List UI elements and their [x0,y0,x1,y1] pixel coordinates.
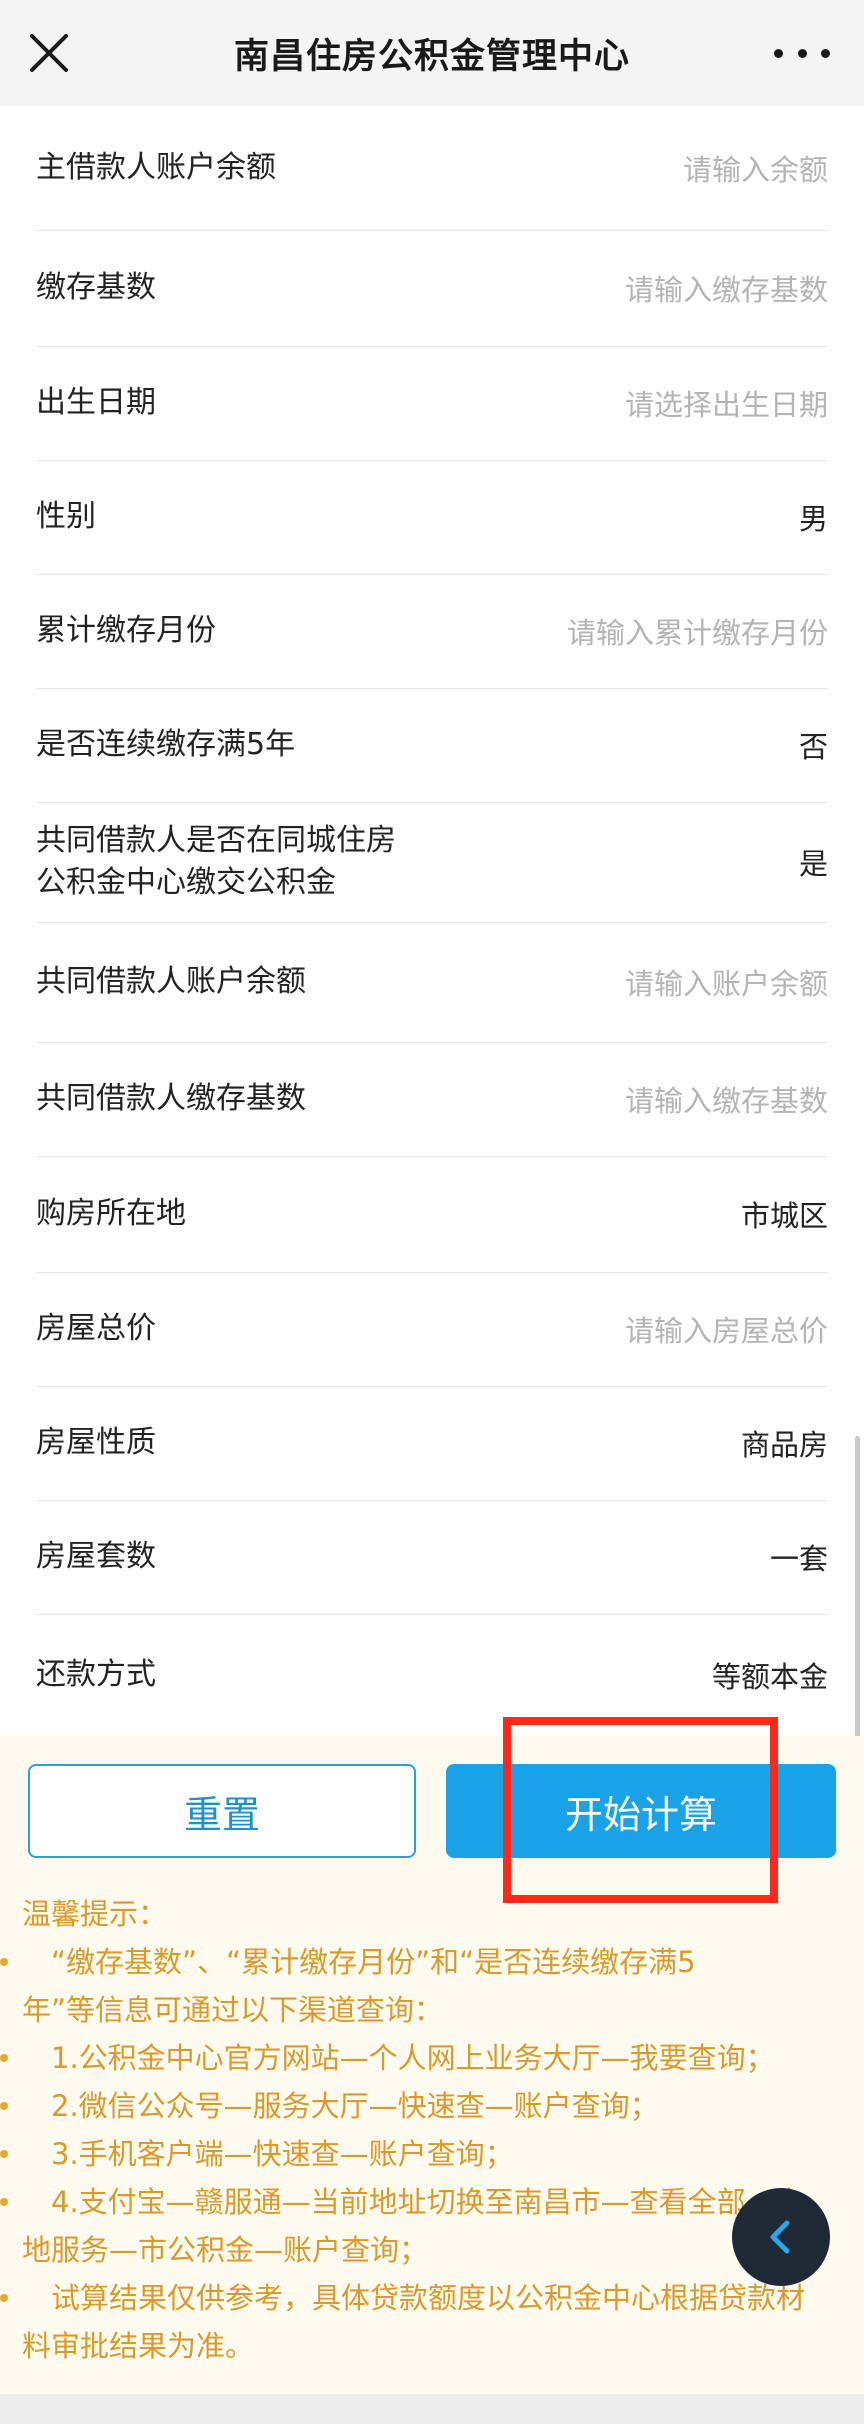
months-input[interactable]: 请输入累计缴存月份 [567,610,828,652]
field-label: 购房所在地 [36,1196,186,1231]
label-line: 共同借款人是否在同城住房 [36,823,396,858]
bullet-icon [0,2054,8,2062]
tip-item: 1.公积金中心官方网站—个人网上业务大厅—我要查询； [0,2034,840,2082]
label-line: 公积金中心缴交公积金 [36,865,336,900]
house-price-input[interactable]: 请输入房屋总价 [625,1308,828,1350]
form-row-co-borrower-base[interactable]: 共同借款人缴存基数 请输入缴存基数 [36,1042,828,1157]
field-label: 房屋套数 [36,1539,156,1574]
tip-text: “缴存基数”、“累计缴存月份”和“是否连续缴存满5 [22,1945,696,1979]
field-label: 出生日期 [36,385,156,420]
form-row-house-price[interactable]: 房屋总价 请输入房屋总价 [36,1272,828,1387]
continuous-select[interactable]: 否 [799,724,828,766]
house-type-select[interactable]: 商品房 [741,1422,828,1464]
form-row-main-borrower-balance[interactable]: 主借款人账户余额 请输入余额 [36,106,828,231]
back-button[interactable] [732,2188,830,2286]
tip-text: 料审批结果为准。 [22,2329,255,2363]
location-select[interactable]: 市城区 [741,1193,828,1235]
chevron-left-icon [770,2220,790,2254]
form-row-house-type[interactable]: 房屋性质 商品房 [36,1386,828,1501]
nav-bar: 南昌住房公积金管理中心 [0,0,864,107]
highlight-box [503,1717,778,1903]
close-icon[interactable] [24,28,74,78]
deposit-base-input[interactable]: 请输入缴存基数 [625,267,828,309]
bullet-icon [0,1958,8,1966]
tip-item: 2.微信公众号—服务大厅—快速查—账户查询； [0,2082,840,2130]
field-label: 缴存基数 [36,270,156,305]
form-row-months[interactable]: 累计缴存月份 请输入累计缴存月份 [36,574,828,689]
bullet-icon [0,2102,8,2110]
bullet-icon [0,2198,8,2206]
form-row-deposit-base[interactable]: 缴存基数 请输入缴存基数 [36,230,828,347]
field-label: 房屋总价 [36,1311,156,1346]
field-label: 性别 [36,499,96,534]
form-row-location[interactable]: 购房所在地 市城区 [36,1156,828,1273]
field-label: 是否连续缴存满5年 [36,727,296,762]
gender-select[interactable]: 男 [799,496,828,538]
page-title: 南昌住房公积金管理中心 [233,36,630,77]
field-label: 主借款人账户余额 [36,150,276,185]
tip-text: 3.手机客户端—快速查—账户查询； [22,2137,514,2171]
tip-text: 年”等信息可通过以下渠道查询： [22,1993,444,2027]
tip-item: 4.支付宝—赣服通—当前地址切换至南昌市—查看全部—本 地服务—市公积金—账户查… [0,2178,840,2274]
balance-input[interactable]: 请输入余额 [683,147,828,189]
bullet-icon [0,2294,8,2302]
bottom-strip [0,2394,864,2424]
same-city-select[interactable]: 是 [799,841,828,883]
field-label: 还款方式 [36,1657,156,1692]
form-row-continuous-5-years[interactable]: 是否连续缴存满5年 否 [36,688,828,803]
co-balance-input[interactable]: 请输入账户余额 [625,961,828,1003]
co-base-input[interactable]: 请输入缴存基数 [625,1078,828,1120]
loan-calculator-form: 主借款人账户余额 请输入余额 缴存基数 请输入缴存基数 出生日期 请选择出生日期… [0,106,864,1736]
more-icon[interactable] [774,38,830,68]
tip-item: 3.手机客户端—快速查—账户查询； [0,2130,840,2178]
repayment-select[interactable]: 等额本金 [712,1654,828,1696]
form-row-co-borrower-balance[interactable]: 共同借款人账户余额 请输入账户余额 [36,922,828,1043]
form-row-birth-date[interactable]: 出生日期 请选择出生日期 [36,346,828,461]
tip-text: 地服务—市公积金—账户查询； [22,2233,429,2267]
field-label: 累计缴存月份 [36,613,216,648]
birth-date-picker[interactable]: 请选择出生日期 [625,382,828,424]
tips-title: 温馨提示： [22,1897,168,1931]
tip-item: 试算结果仅供参考，具体贷款额度以公积金中心根据贷款材 料审批结果为准。 [0,2274,840,2370]
tip-text: 1.公积金中心官方网站—个人网上业务大厅—我要查询； [22,2041,775,2075]
tip-text: 试算结果仅供参考，具体贷款额度以公积金中心根据贷款材 [22,2281,806,2315]
tip-text: 4.支付宝—赣服通—当前地址切换至南昌市—查看全部—本 [22,2185,804,2219]
house-count-select[interactable]: 一套 [770,1536,828,1578]
form-row-co-borrower-same-city[interactable]: 共同借款人是否在同城住房 公积金中心缴交公积金 是 [36,802,828,923]
form-row-house-count[interactable]: 房屋套数 一套 [36,1500,828,1615]
field-label: 共同借款人是否在同城住房 公积金中心缴交公积金 [36,820,396,904]
tip-item: “缴存基数”、“累计缴存月份”和“是否连续缴存满5 年”等信息可通过以下渠道查询… [0,1938,840,2034]
field-label: 房屋性质 [36,1425,156,1460]
field-label: 共同借款人账户余额 [36,964,306,999]
field-label: 共同借款人缴存基数 [36,1081,306,1116]
reset-button[interactable]: 重置 [28,1764,416,1858]
tip-text: 2.微信公众号—服务大厅—快速查—账户查询； [22,2089,659,2123]
form-row-gender[interactable]: 性别 男 [36,460,828,575]
bullet-icon [0,2150,8,2158]
